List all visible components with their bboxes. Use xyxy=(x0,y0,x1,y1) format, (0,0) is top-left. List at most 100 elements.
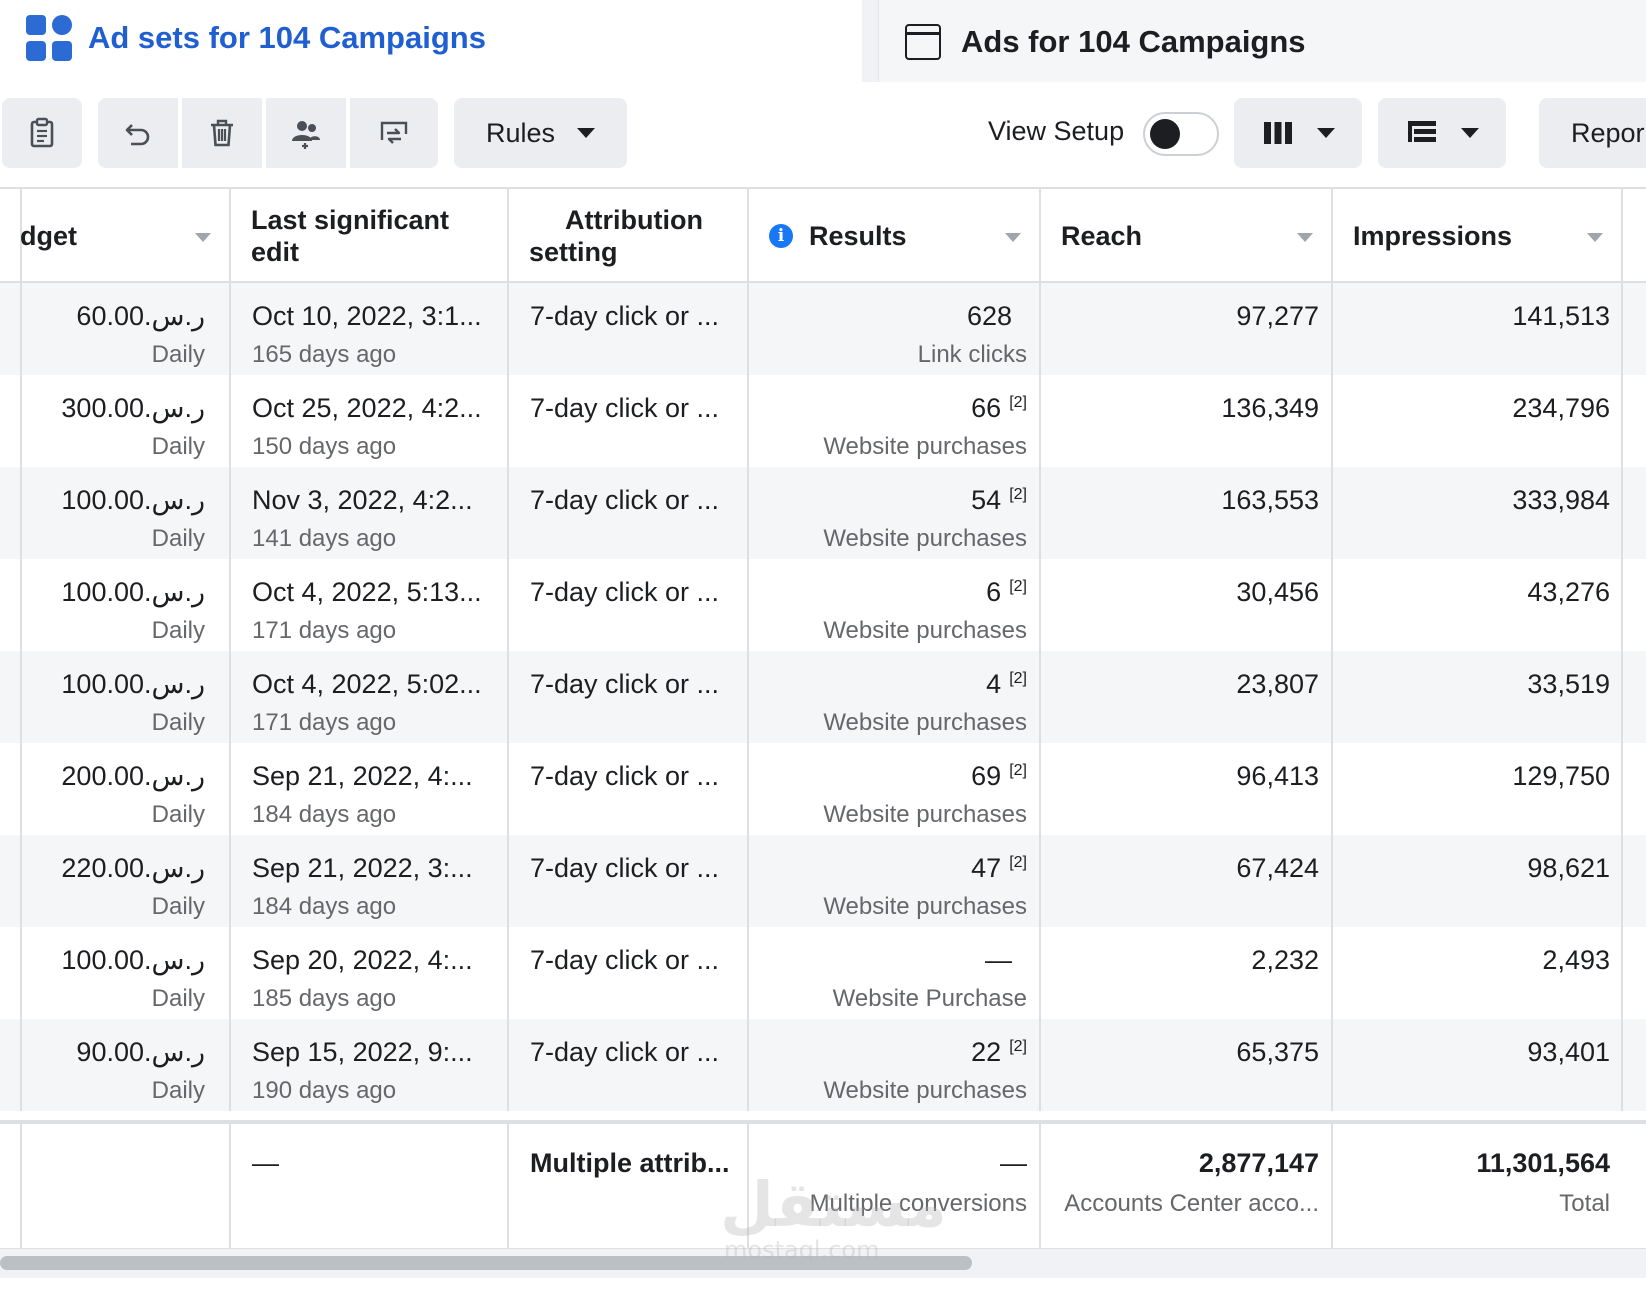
view-setup-toggle[interactable] xyxy=(1143,112,1219,156)
breakdown-dropdown[interactable] xyxy=(1378,98,1506,168)
column-divider xyxy=(229,835,231,927)
impressions-value: 43,276 xyxy=(1527,577,1610,607)
column-divider xyxy=(747,375,749,467)
chevron-down-icon xyxy=(577,128,596,138)
result-value: 69 xyxy=(971,761,1002,791)
reach-value: 67,424 xyxy=(1236,853,1319,883)
reach-value: 2,232 xyxy=(1251,945,1319,975)
tab-ads-label: Ads for 104 Campaigns xyxy=(961,24,1306,59)
table-row[interactable]: 90.00.ر.س Daily Sep 15, 2022, 9:... 190 day… xyxy=(0,1019,1646,1111)
column-divider xyxy=(20,467,22,559)
ad-window-icon xyxy=(905,24,941,60)
column-header-impressions[interactable]: Impressions xyxy=(1333,189,1621,283)
rules-dropdown[interactable]: Rules xyxy=(454,98,627,168)
table-row[interactable]: 100.00.ر.س Daily Sep 20, 2022, 4:... 185 da… xyxy=(0,927,1646,1019)
budget-value: 100.00.ر.س xyxy=(61,577,205,607)
table-row[interactable]: 220.00.ر.س Daily Sep 21, 2022, 3:... 184 da… xyxy=(0,835,1646,927)
attribution-setting: 7-day click or ... xyxy=(530,761,720,791)
column-divider xyxy=(747,927,749,1019)
column-divider xyxy=(1039,283,1041,375)
result-value: 54 xyxy=(971,485,1002,515)
result-footnote[interactable]: [2] xyxy=(1009,670,1027,687)
result-value: 6 xyxy=(986,577,1002,607)
undo-icon xyxy=(125,124,150,146)
impressions-value: 2,493 xyxy=(1542,945,1610,975)
totals-attribution: Multiple attrib... xyxy=(530,1148,730,1178)
impressions-value: 333,984 xyxy=(1512,485,1610,515)
last-edit-ago: 184 days ago xyxy=(252,893,397,920)
column-divider xyxy=(1331,927,1333,1019)
result-value: — xyxy=(985,945,1012,975)
budget-type: Daily xyxy=(151,341,205,368)
reports-button[interactable]: Repor xyxy=(1539,98,1646,168)
last-edit-ago: 185 days ago xyxy=(252,985,397,1012)
column-divider xyxy=(1039,375,1041,467)
reach-value: 96,413 xyxy=(1236,761,1319,791)
reach-value: 97,277 xyxy=(1236,301,1319,331)
column-header-last-edit[interactable]: Last significant edit xyxy=(231,189,507,283)
delete-button[interactable] xyxy=(182,98,262,168)
totals-reach: 2,877,147 xyxy=(1198,1148,1319,1178)
last-edit-date: Sep 20, 2022, 4:... xyxy=(252,945,473,975)
column-divider xyxy=(1331,1124,1333,1250)
tab-ads[interactable]: Ads for 104 Campaigns xyxy=(878,0,1646,82)
column-divider xyxy=(507,283,509,375)
result-value: 628 xyxy=(966,301,1012,331)
table-row[interactable]: 300.00.ر.س Daily Oct 25, 2022, 4:2... 150 d… xyxy=(0,375,1646,467)
table-row[interactable]: 100.00.ر.س Daily Oct 4, 2022, 5:13... 171 d… xyxy=(0,559,1646,651)
attribution-setting: 7-day click or ... xyxy=(530,577,720,607)
column-divider xyxy=(747,467,749,559)
totals-reach-label: Accounts Center acco... xyxy=(1064,1190,1319,1217)
result-value-wrap: 54 [2] xyxy=(971,485,1027,516)
column-divider xyxy=(20,1019,22,1111)
result-footnote[interactable]: [2] xyxy=(1009,394,1027,411)
table-row[interactable]: 60.00.ر.س Daily Oct 10, 2022, 3:1... 165 da… xyxy=(0,283,1646,375)
impressions-value: 33,519 xyxy=(1527,669,1610,699)
column-divider xyxy=(1621,1019,1623,1111)
result-footnote[interactable]: [2] xyxy=(1009,578,1027,595)
table-row[interactable]: 200.00.ر.س Daily Sep 21, 2022, 4:... 184 da… xyxy=(0,743,1646,835)
column-header-budget[interactable]: dget xyxy=(20,189,229,283)
last-edit-date: Oct 25, 2022, 4:2... xyxy=(252,393,482,423)
result-footnote[interactable]: [2] xyxy=(1009,1038,1027,1055)
column-divider xyxy=(507,651,509,743)
reach-value: 23,807 xyxy=(1236,669,1319,699)
result-footnote[interactable]: [2] xyxy=(1009,486,1027,503)
ab-test-button[interactable] xyxy=(350,98,438,168)
column-divider xyxy=(507,835,509,927)
attribution-setting: 7-day click or ... xyxy=(530,1037,720,1067)
column-header-attribution[interactable]: Attribution setting xyxy=(509,189,747,283)
reach-value: 65,375 xyxy=(1236,1037,1319,1067)
clipboard-button[interactable] xyxy=(2,98,82,168)
table-row[interactable]: 100.00.ر.س Daily Nov 3, 2022, 4:2... 141 da… xyxy=(0,467,1646,559)
result-footnote[interactable]: [2] xyxy=(1009,854,1027,871)
last-edit-ago: 184 days ago xyxy=(252,801,397,828)
column-divider xyxy=(20,1124,22,1250)
column-divider xyxy=(20,651,22,743)
result-footnote[interactable]: [2] xyxy=(1009,762,1027,779)
column-divider xyxy=(229,1019,231,1111)
last-edit-date: Oct 10, 2022, 3:1... xyxy=(252,301,482,331)
column-header-results-label: Results xyxy=(809,220,907,251)
column-divider xyxy=(1331,651,1333,743)
result-value: 66 xyxy=(971,393,1002,423)
column-divider xyxy=(747,835,749,927)
undo-button[interactable] xyxy=(98,98,178,168)
column-divider xyxy=(1621,375,1623,467)
column-header-results[interactable]: i Results xyxy=(749,189,1039,283)
compare-icon xyxy=(380,121,408,144)
columns-dropdown[interactable] xyxy=(1234,98,1362,168)
audience-button[interactable] xyxy=(266,98,346,168)
tab-ad-sets[interactable]: Ad sets for 104 Campaigns xyxy=(0,0,862,84)
toolbar: Rules View Setup Repor xyxy=(0,82,1646,187)
last-edit-ago: 141 days ago xyxy=(252,525,397,552)
column-header-reach[interactable]: Reach xyxy=(1041,189,1331,283)
table-row[interactable]: 100.00.ر.س Daily Oct 4, 2022, 5:02... 171 d… xyxy=(0,651,1646,743)
column-divider xyxy=(20,835,22,927)
column-divider xyxy=(507,743,509,835)
info-icon[interactable]: i xyxy=(769,224,793,248)
result-type: Website purchases xyxy=(823,1077,1027,1104)
column-divider xyxy=(1331,283,1333,375)
impressions-value: 93,401 xyxy=(1527,1037,1610,1067)
attribution-setting: 7-day click or ... xyxy=(530,485,720,515)
